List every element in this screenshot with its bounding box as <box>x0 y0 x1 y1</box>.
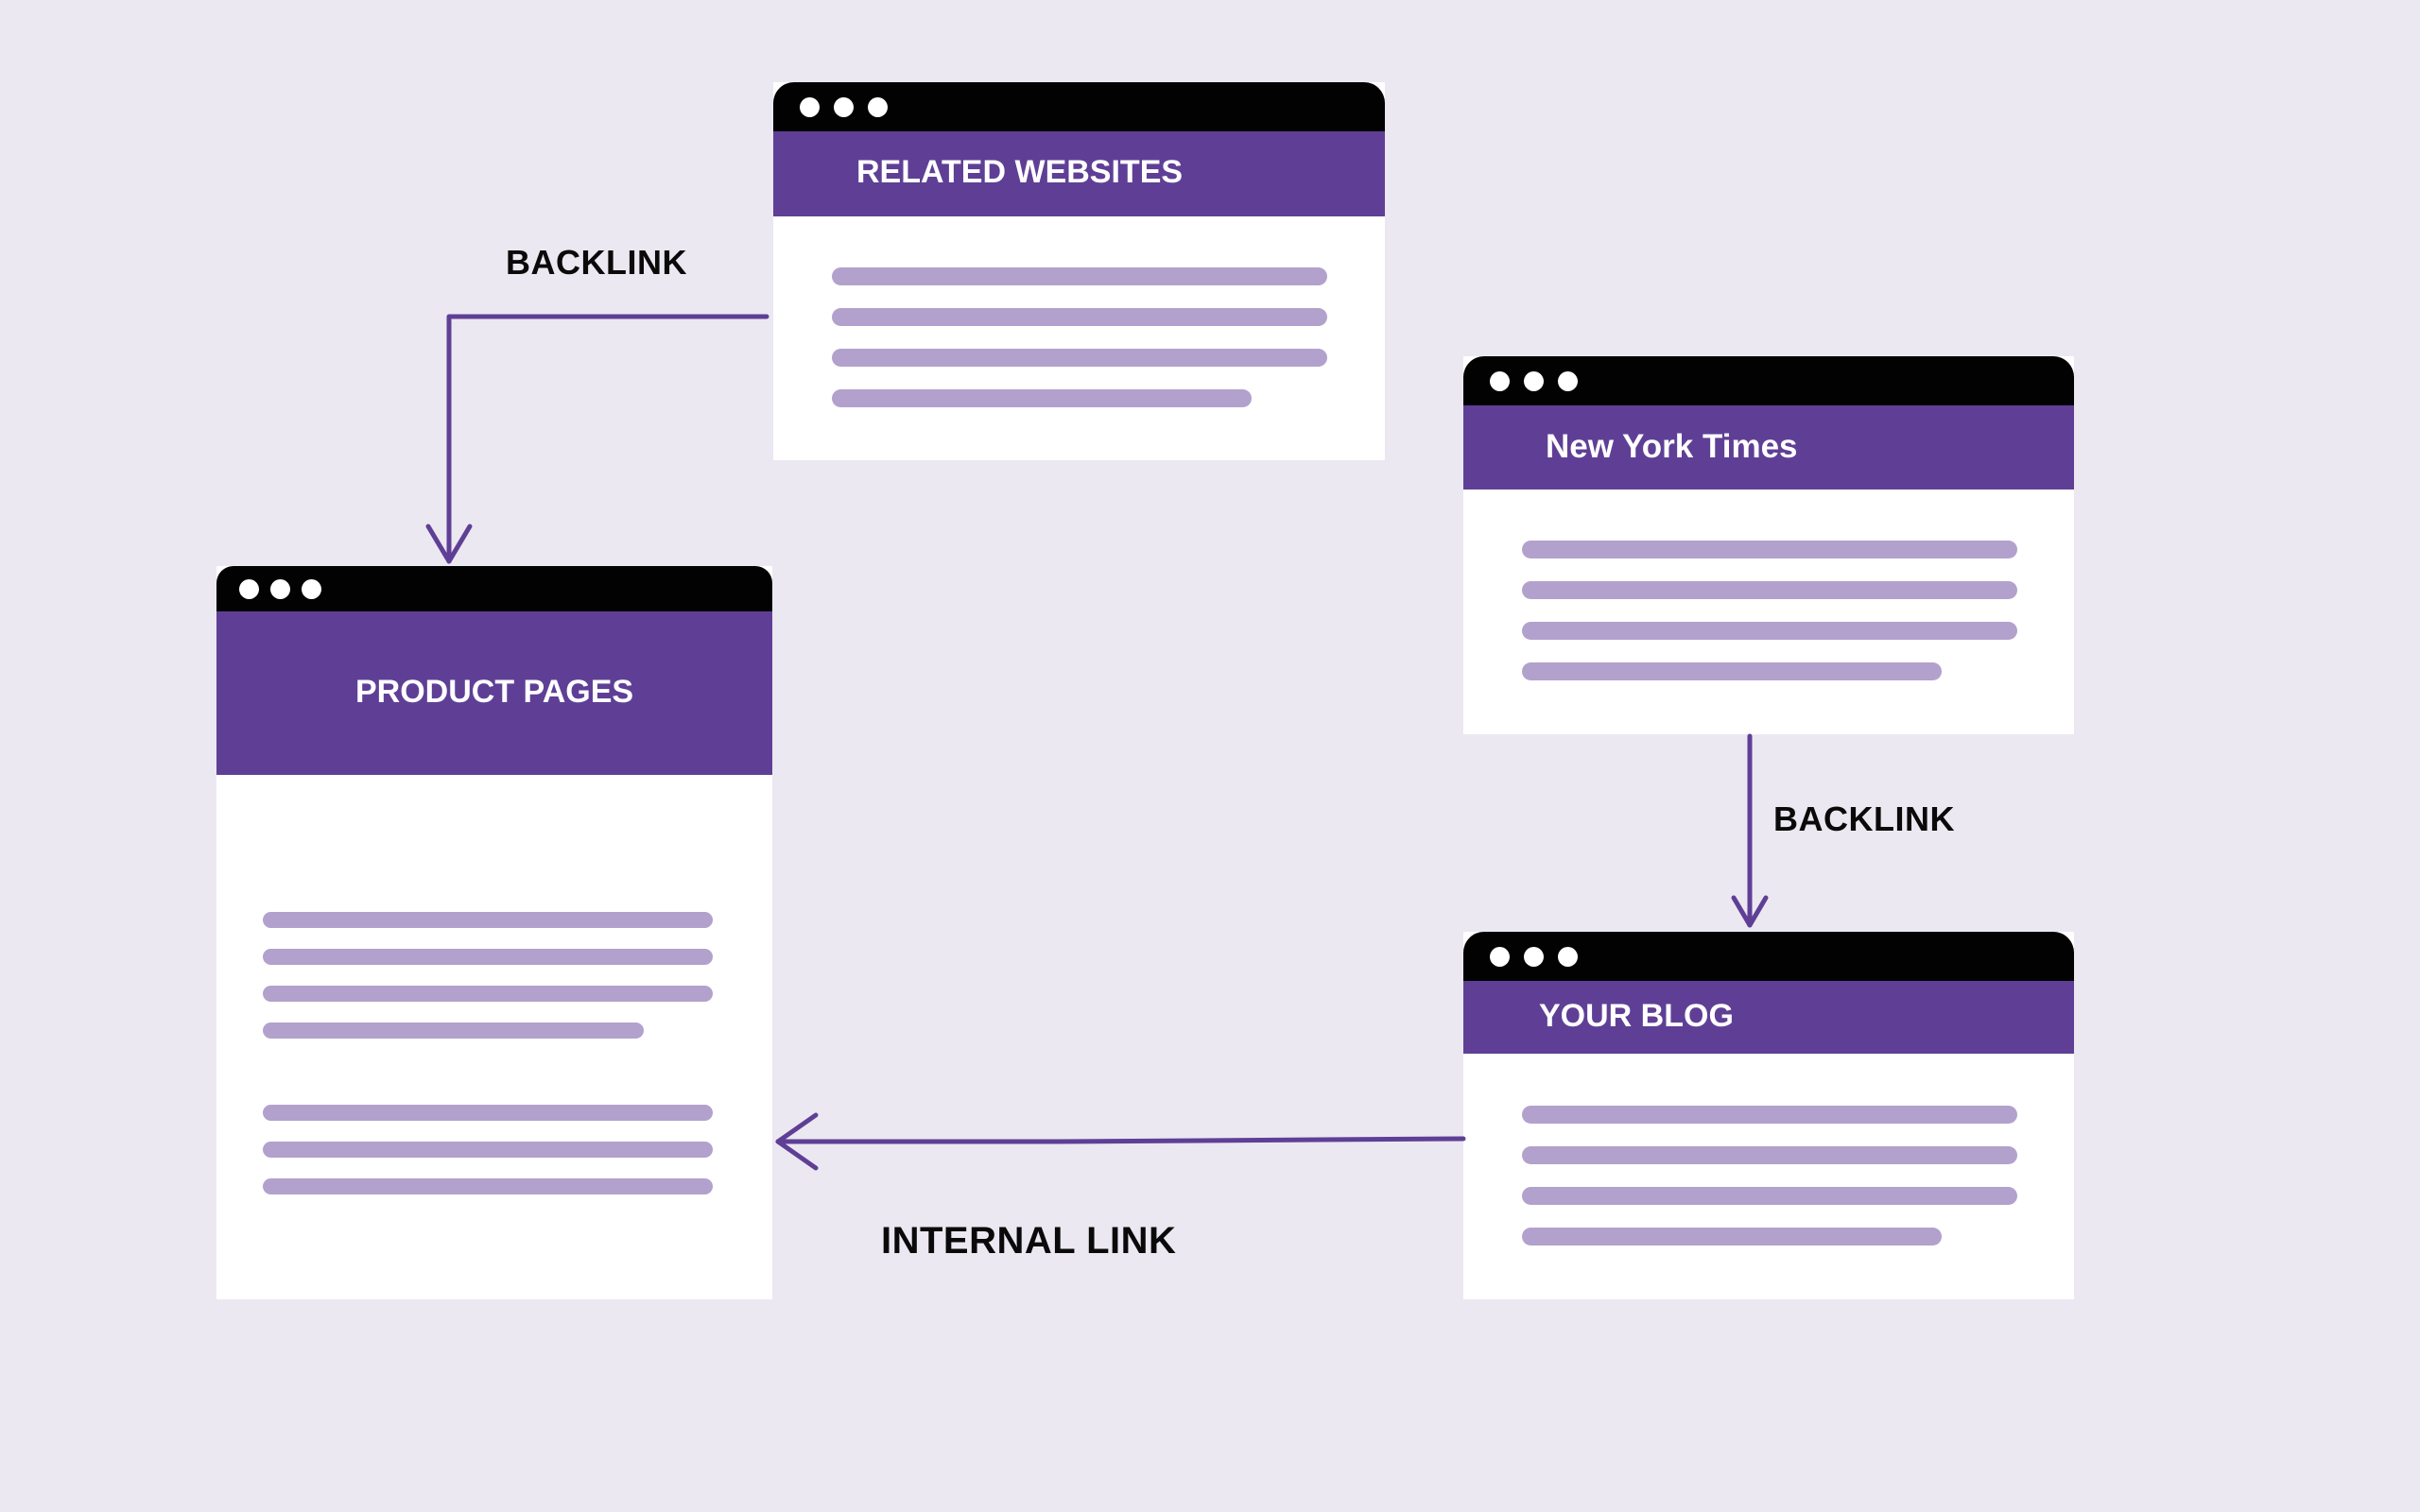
backlink-arrow-line <box>446 314 769 564</box>
internal-link-arrow-line <box>775 1136 1466 1144</box>
edge-label-backlink: BACKLINK <box>506 243 687 282</box>
edge-label-internal-link: INTERNAL LINK <box>881 1220 1177 1262</box>
edge-label-backlink: BACKLINK <box>1773 799 1955 838</box>
connectors <box>425 314 1769 1171</box>
